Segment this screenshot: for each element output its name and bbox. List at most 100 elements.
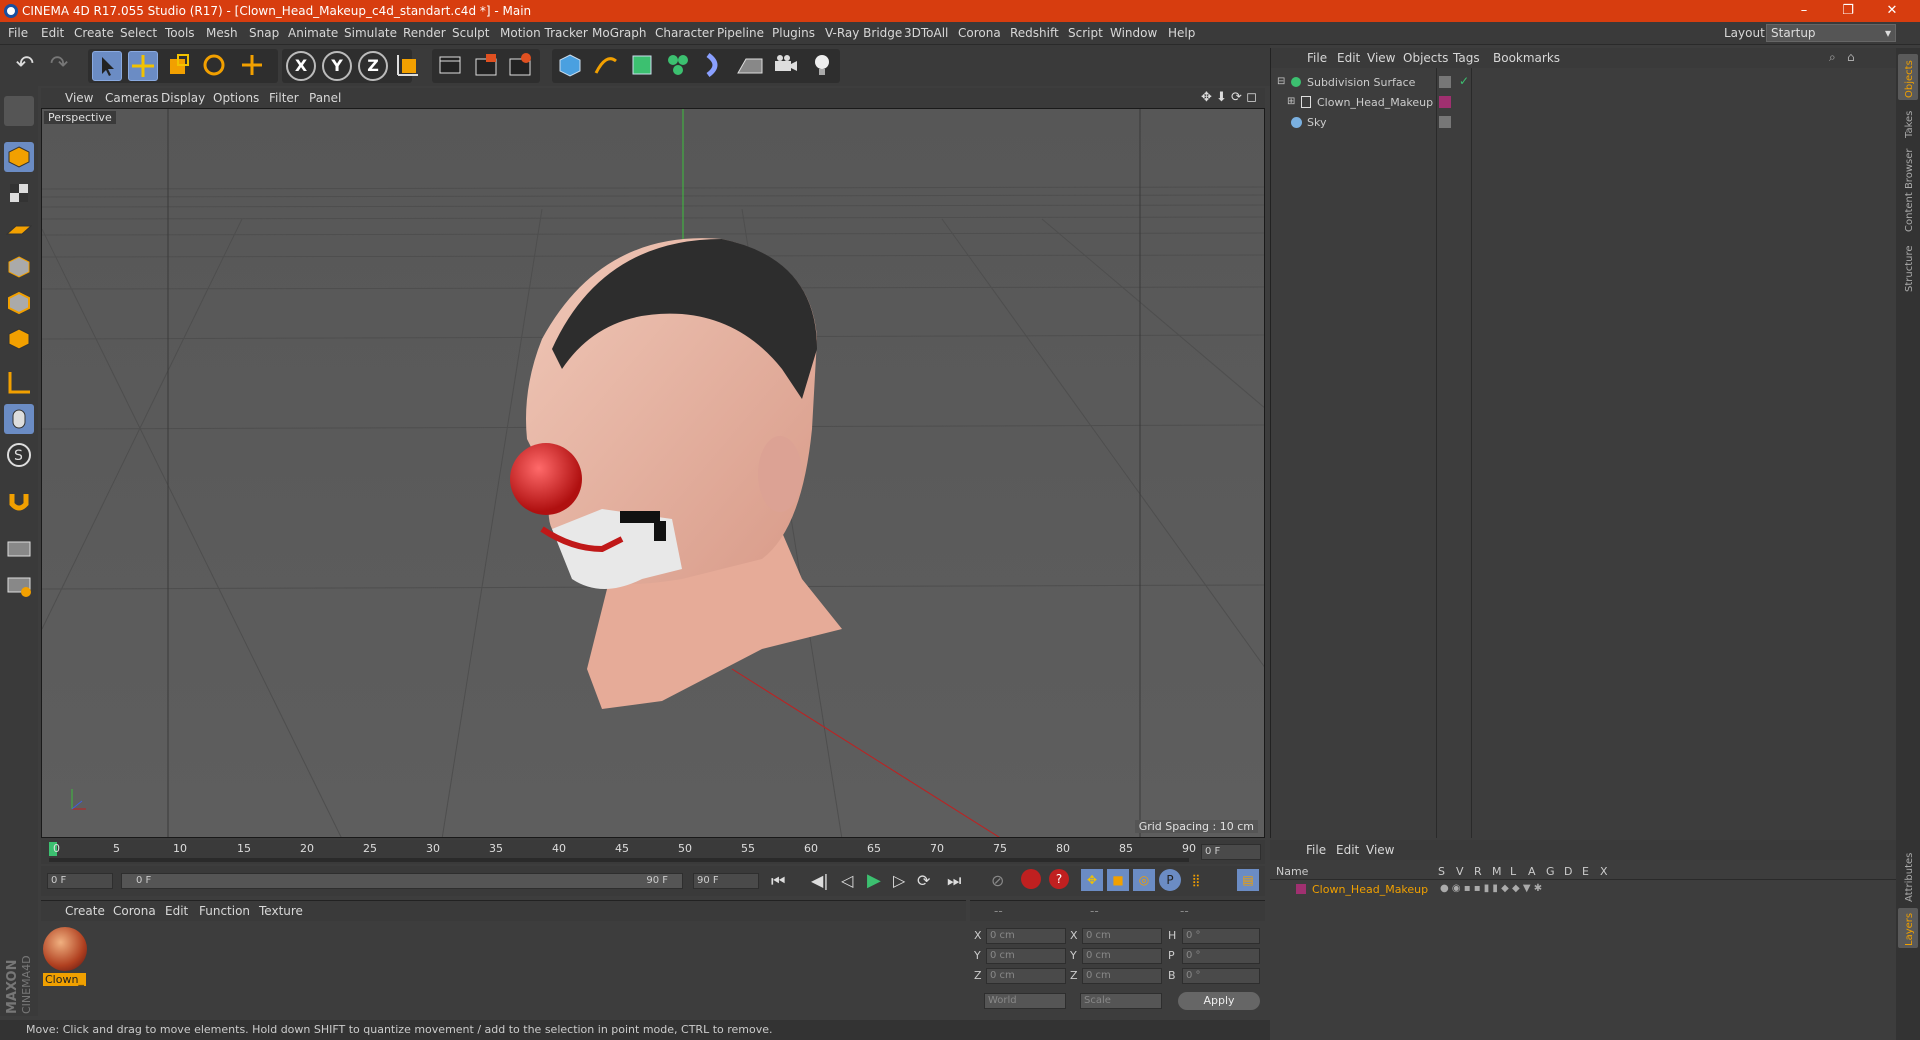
next-frame-icon[interactable]: ▷ (893, 871, 905, 890)
tab-attributes[interactable]: Attributes (1898, 848, 1918, 904)
layout-dropdown[interactable]: Startup ▾ (1766, 24, 1896, 42)
prev-key-icon[interactable]: ◀| (811, 871, 829, 890)
planar-workplane-icon[interactable] (4, 570, 34, 600)
expand-minus-icon[interactable]: ⊟ (1277, 76, 1285, 87)
lm-menu-file[interactable]: File (1306, 843, 1326, 857)
om-menu-file[interactable]: File (1307, 51, 1327, 65)
restore-button[interactable]: ❐ (1826, 0, 1870, 22)
viewport-menu-panel[interactable]: Panel (309, 91, 341, 105)
om-menu-objects[interactable]: Objects (1403, 51, 1448, 65)
menu-simulate[interactable]: Simulate (344, 26, 397, 40)
mm-menu-edit[interactable]: Edit (165, 904, 188, 918)
key-rotation-icon[interactable]: ◎ (1133, 869, 1155, 891)
apply-button[interactable]: Apply (1178, 992, 1260, 1010)
menu-mesh[interactable]: Mesh (206, 26, 238, 40)
menu-render[interactable]: Render (403, 26, 446, 40)
deformer-icon[interactable] (700, 51, 730, 81)
size-y-field[interactable]: 0 cm (1082, 948, 1162, 964)
end-frame-field[interactable]: 90 F (693, 873, 759, 889)
layer-row[interactable]: Clown_Head_Makeup ● ◉ ▪ ▪ ▮ ▮ ◆ ◆ ▼ ✱ (1270, 882, 1896, 898)
prev-frame-icon[interactable]: ◁ (841, 871, 853, 890)
viewport-menu-cameras[interactable]: Cameras (105, 91, 158, 105)
workplane-lock-icon[interactable] (4, 534, 34, 564)
goto-end-icon[interactable]: ⏭ (947, 871, 961, 891)
material-name[interactable]: Clown_ (43, 973, 86, 986)
scale-tool-icon[interactable] (164, 51, 194, 81)
camera-icon[interactable] (772, 51, 802, 81)
render-picture-viewer-icon[interactable] (472, 51, 502, 81)
mm-menu-function[interactable]: Function (199, 904, 250, 918)
subdivision-surface-icon[interactable] (628, 51, 658, 81)
scale-mode-dropdown[interactable]: Scale (1080, 993, 1162, 1009)
om-menu-view[interactable]: View (1367, 51, 1395, 65)
menu-edit[interactable]: Edit (41, 26, 64, 40)
viewport-menu-display[interactable]: Display (161, 91, 205, 105)
rotation-p-field[interactable]: 0 ° (1182, 948, 1260, 964)
autokey-icon[interactable]: ? (1049, 869, 1069, 889)
key-scale-icon[interactable]: ■ (1107, 869, 1129, 891)
object-row[interactable]: ⊞ Clown_Head_Makeup (1271, 94, 1897, 112)
key-position-icon[interactable]: ✥ (1081, 869, 1103, 891)
position-x-field[interactable]: 0 cm (986, 928, 1066, 944)
menu-help[interactable]: Help (1168, 26, 1195, 40)
menu-tools[interactable]: Tools (165, 26, 195, 40)
size-z-field[interactable]: 0 cm (1082, 968, 1162, 984)
perspective-viewport[interactable]: Perspective Grid Spacing : 10 cm (41, 108, 1265, 838)
menu-mograph[interactable]: MoGraph (592, 26, 647, 40)
menu-window[interactable]: Window (1110, 26, 1157, 40)
om-menu-bookmarks[interactable]: Bookmarks (1493, 51, 1560, 65)
object-row[interactable]: ⊟ Subdivision Surface ✓ (1271, 74, 1897, 92)
lm-menu-view[interactable]: View (1366, 843, 1394, 857)
menu-file[interactable]: File (8, 26, 28, 40)
cube-icon[interactable] (556, 51, 586, 81)
floor-icon[interactable] (736, 51, 766, 81)
position-z-field[interactable]: 0 cm (986, 968, 1066, 984)
mm-menu-create[interactable]: Create (65, 904, 105, 918)
record-keyframe-icon[interactable] (1021, 869, 1041, 889)
z-axis-lock-button[interactable]: Z (358, 51, 388, 81)
viewport-menu-options[interactable]: Options (213, 91, 259, 105)
render-view-icon[interactable] (436, 51, 466, 81)
home-icon[interactable]: ⌂ (1847, 50, 1855, 64)
render-settings-icon[interactable] (506, 51, 536, 81)
edges-mode-icon[interactable] (4, 288, 34, 318)
om-menu-tags[interactable]: Tags (1453, 51, 1480, 65)
size-x-field[interactable]: 0 cm (1082, 928, 1162, 944)
viewport-menu-filter[interactable]: Filter (269, 91, 299, 105)
live-selection-icon[interactable] (92, 51, 122, 81)
key-parameter-icon[interactable]: P (1159, 869, 1181, 891)
rotate-tool-icon[interactable] (200, 51, 230, 81)
spline-pen-icon[interactable] (592, 51, 622, 81)
make-editable-icon[interactable] (4, 96, 34, 126)
redo-icon[interactable]: ↷ (44, 51, 74, 81)
loop-icon[interactable]: ⟳ (917, 871, 930, 890)
light-icon[interactable] (808, 51, 838, 81)
menu-3dtoall[interactable]: 3DToAll (904, 26, 948, 40)
close-button[interactable]: ✕ (1870, 0, 1914, 22)
enabled-check-icon[interactable]: ✓ (1459, 74, 1469, 88)
object-row[interactable]: Sky (1271, 114, 1897, 132)
lm-menu-edit[interactable]: Edit (1336, 843, 1359, 857)
position-y-field[interactable]: 0 cm (986, 948, 1066, 964)
cloner-icon[interactable] (664, 51, 694, 81)
tab-structure[interactable]: Structure (1898, 238, 1918, 294)
points-mode-icon[interactable] (4, 252, 34, 282)
coordinate-mode-dropdown[interactable]: World (984, 993, 1066, 1009)
motion-path-icon[interactable]: ⊘ (991, 871, 1004, 890)
menu-redshift[interactable]: Redshift (1010, 26, 1059, 40)
y-axis-lock-button[interactable]: Y (322, 51, 352, 81)
snap-magnet-icon[interactable] (4, 486, 34, 516)
texture-mode-icon[interactable] (4, 178, 34, 208)
goto-start-icon[interactable]: ⏮ (771, 871, 785, 891)
tab-layers[interactable]: Layers (1898, 908, 1918, 948)
layer-flag-icons[interactable]: ● ◉ ▪ ▪ ▮ ▮ ◆ ◆ ▼ ✱ (1440, 883, 1542, 894)
menu-create[interactable]: Create (74, 26, 114, 40)
tab-takes[interactable]: Takes (1898, 104, 1918, 140)
key-pla-icon[interactable]: ⣿ (1185, 869, 1207, 891)
tab-objects[interactable]: Objects (1898, 54, 1918, 100)
current-frame-field[interactable]: 0 F (1201, 844, 1261, 860)
menu-character[interactable]: Character (655, 26, 714, 40)
x-axis-lock-button[interactable]: X (286, 51, 316, 81)
menu-animate[interactable]: Animate (288, 26, 338, 40)
expand-plus-icon[interactable]: ⊞ (1287, 96, 1295, 107)
